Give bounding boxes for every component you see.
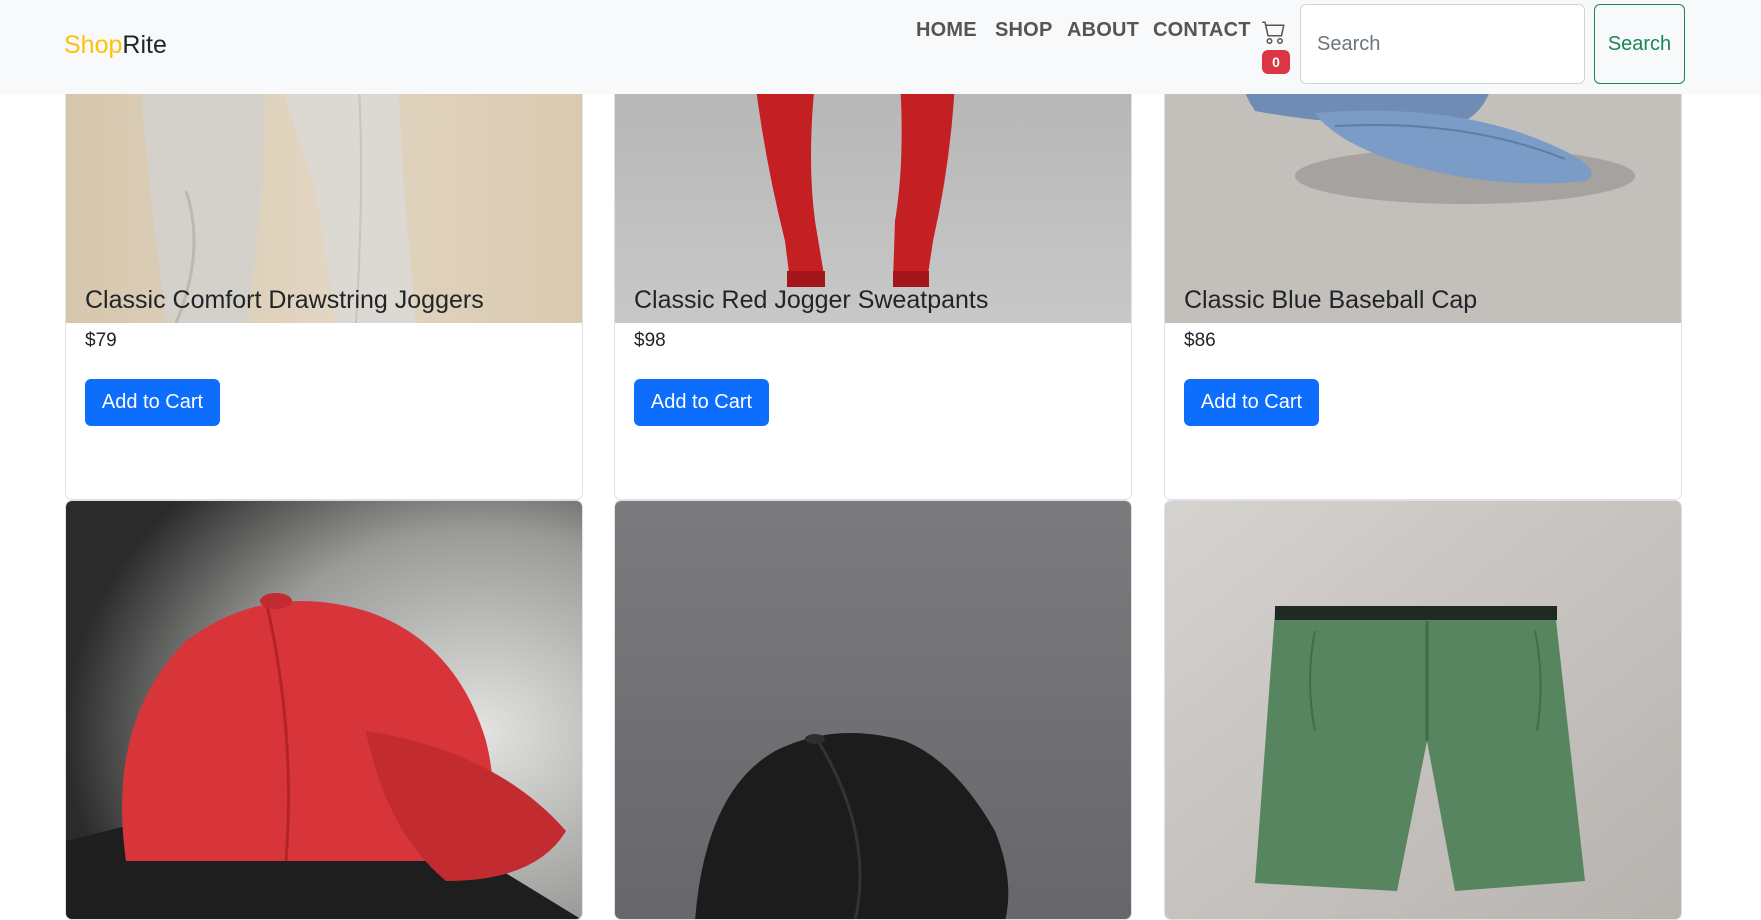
product-card xyxy=(1164,500,1682,920)
cart-count-badge: 0 xyxy=(1262,50,1290,74)
product-image-black-cap xyxy=(615,501,1131,919)
search-button[interactable]: Search xyxy=(1594,4,1685,84)
cart-icon xyxy=(1262,21,1285,44)
brand-rite: Rite xyxy=(122,31,167,59)
add-to-cart-button[interactable]: Add to Cart xyxy=(634,379,769,426)
product-card: Classic Comfort Drawstring Joggers $79 A… xyxy=(65,40,583,500)
brand-logo[interactable]: ShopRite xyxy=(64,30,167,60)
nav-home[interactable]: HOME xyxy=(916,18,977,42)
product-card xyxy=(65,500,583,920)
product-card: Classic Red Jogger Sweatpants $98 Add to… xyxy=(614,40,1132,500)
nav-shop[interactable]: SHOP xyxy=(995,18,1052,42)
product-image-green-shorts xyxy=(1165,501,1681,919)
product-price: $86 xyxy=(1184,330,1216,351)
cart-button[interactable]: 0 xyxy=(1260,18,1290,78)
nav-contact[interactable]: CONTACT xyxy=(1153,18,1251,42)
product-title: Classic Comfort Drawstring Joggers xyxy=(85,286,484,314)
brand-shop: Shop xyxy=(64,31,123,59)
add-to-cart-button[interactable]: Add to Cart xyxy=(85,379,220,426)
product-price: $79 xyxy=(85,330,117,351)
product-card: Classic Blue Baseball Cap $86 Add to Car… xyxy=(1164,40,1682,500)
product-title: Classic Blue Baseball Cap xyxy=(1184,286,1478,314)
navbar: ShopRite HOME SHOP ABOUT CONTACT 0 Searc… xyxy=(0,0,1761,94)
product-title: Classic Red Jogger Sweatpants xyxy=(634,286,989,314)
nav-about[interactable]: ABOUT xyxy=(1067,18,1139,42)
product-price: $98 xyxy=(634,330,666,351)
product-card xyxy=(614,500,1132,920)
add-to-cart-button[interactable]: Add to Cart xyxy=(1184,379,1319,426)
search-input[interactable] xyxy=(1300,4,1585,84)
product-image-red-cap xyxy=(66,501,582,919)
